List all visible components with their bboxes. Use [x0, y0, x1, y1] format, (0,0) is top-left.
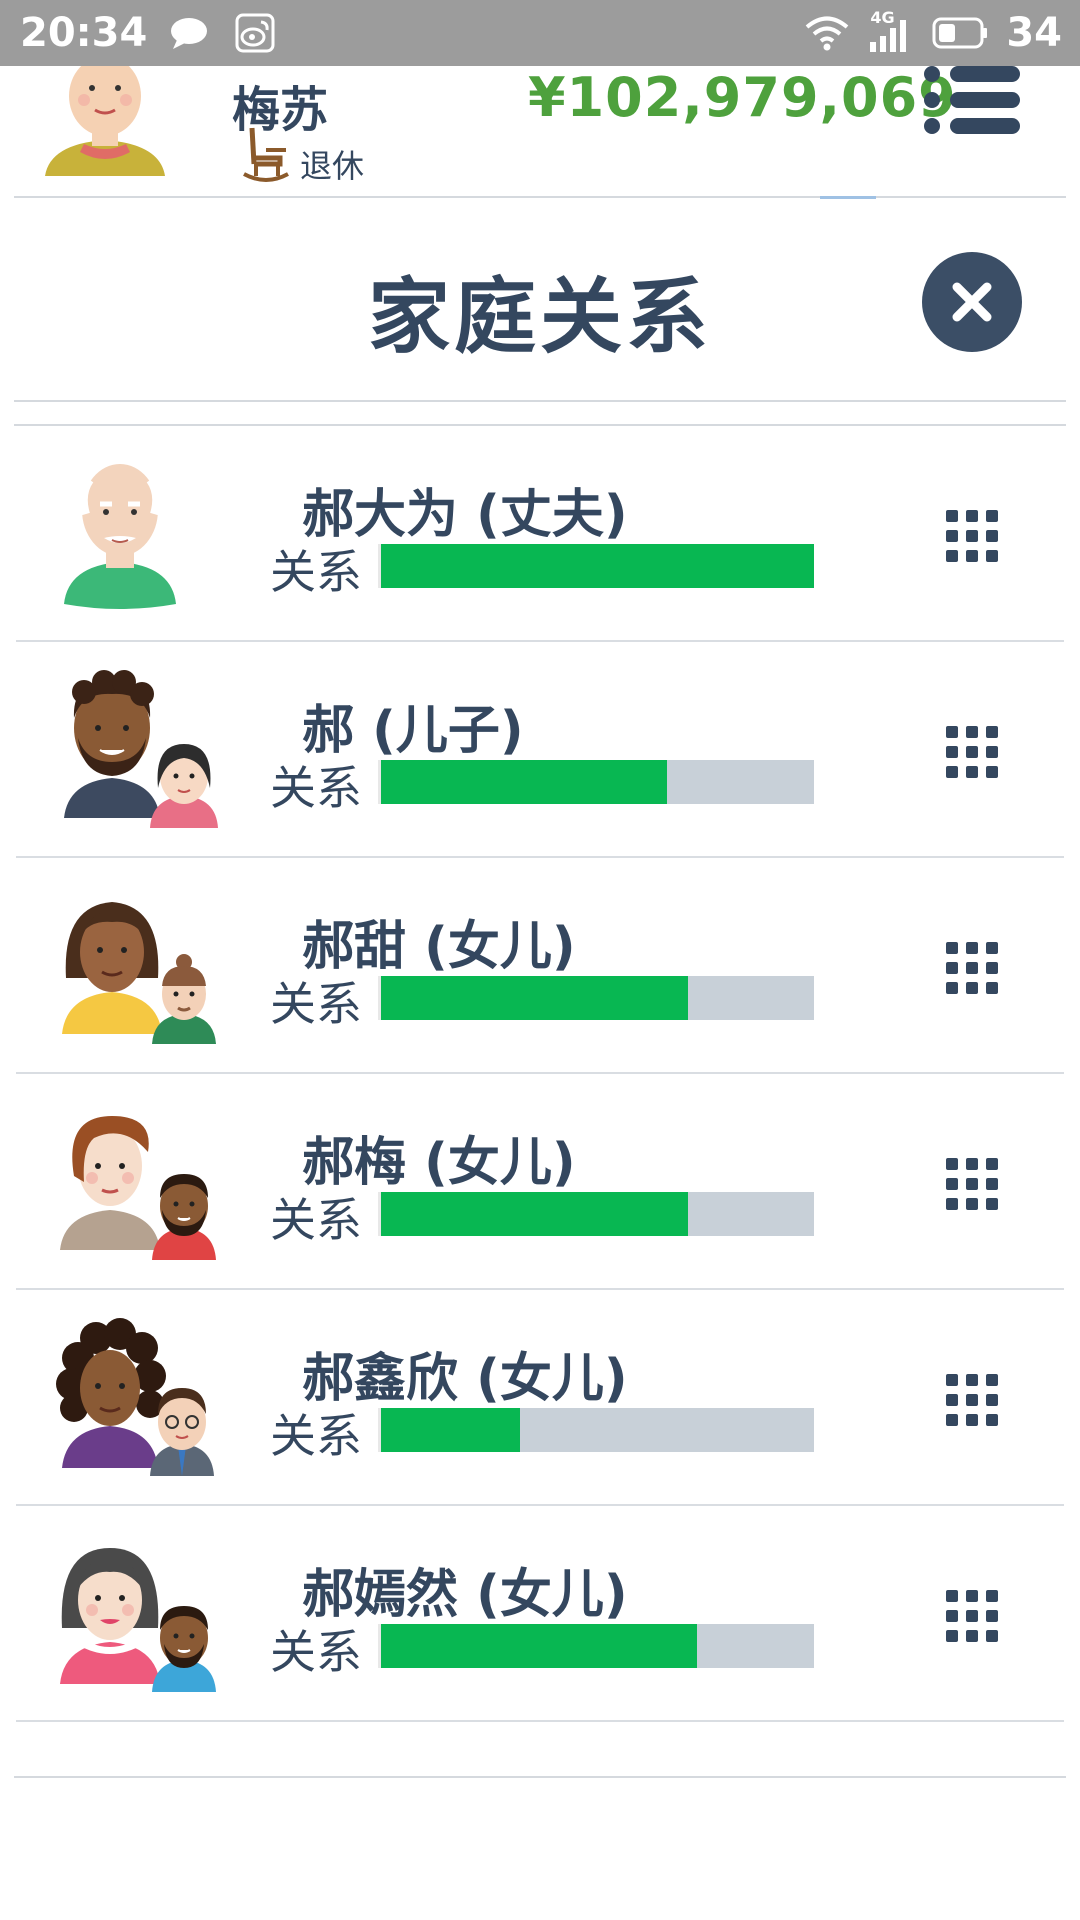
list-item[interactable]: 郝鑫欣 (女儿) 关系 [0, 1290, 1080, 1506]
list-bottom-divider [14, 1776, 1066, 1778]
weibo-icon [235, 13, 275, 53]
daughter-avatar [56, 1318, 214, 1476]
signal-icon: 4G [868, 8, 914, 54]
daughter-avatar [62, 902, 216, 1044]
relation-label: 关系 [270, 1193, 362, 1247]
wifi-icon [806, 16, 849, 51]
relation-bar [378, 1192, 814, 1236]
chat-bubble-icon [171, 18, 208, 49]
son-avatar [64, 670, 218, 828]
status-time: 20:34 [20, 10, 148, 56]
relation-bar-fill [381, 976, 689, 1020]
top-bar: 梅苏 退休 ¥102,979,069 [0, 66, 1080, 196]
daughter-avatar [60, 1548, 216, 1692]
relation-bar-fill [381, 1192, 689, 1236]
relation-bar [378, 976, 814, 1020]
list-item[interactable]: 郝 (儿子) 关系 [0, 642, 1080, 858]
money-display: ¥102,979,069 [528, 66, 957, 129]
grid-menu-icon[interactable] [946, 1590, 998, 1642]
relation-bar [378, 760, 814, 804]
player-avatar[interactable] [40, 66, 170, 176]
close-button[interactable] [922, 252, 1022, 352]
list-item[interactable]: 郝甜 (女儿) 关系 [0, 858, 1080, 1074]
daughter-avatar [60, 1116, 216, 1260]
family-member-list: 郝大为 (丈夫) 关系 郝 (儿子) 关系 郝甜 (女儿) 关系 郝梅 (女儿)… [0, 426, 1080, 1722]
status-bar: 20:34 4G 34 [0, 0, 1080, 66]
relation-bar-fill [381, 1408, 520, 1452]
battery-level: 34 [1006, 10, 1062, 56]
job-label: 退休 [300, 147, 365, 185]
grid-menu-icon[interactable] [946, 1374, 998, 1426]
relation-bar-fill [381, 544, 814, 588]
rocking-chair-icon [243, 127, 289, 182]
grid-menu-icon[interactable] [946, 942, 998, 994]
relation-label: 关系 [270, 545, 362, 599]
close-icon [952, 282, 992, 322]
relation-bar [378, 544, 814, 588]
relation-label: 关系 [270, 761, 362, 815]
relation-bar [378, 1408, 814, 1452]
modal-title: 家庭关系 [367, 270, 712, 365]
relation-bar [378, 1624, 814, 1668]
grid-menu-icon[interactable] [946, 510, 998, 562]
battery-icon [932, 17, 988, 49]
relation-bar-fill [381, 1624, 698, 1668]
header-divider-accent [820, 196, 876, 199]
network-type: 4G [870, 8, 895, 27]
grid-menu-icon[interactable] [946, 726, 998, 778]
relation-label: 关系 [270, 977, 362, 1031]
title-divider [14, 400, 1066, 402]
relation-label: 关系 [270, 1625, 362, 1679]
list-item[interactable]: 郝嫣然 (女儿) 关系 [0, 1506, 1080, 1722]
list-item[interactable]: 郝梅 (女儿) 关系 [0, 1074, 1080, 1290]
menu-icon[interactable] [920, 60, 1024, 140]
list-item[interactable]: 郝大为 (丈夫) 关系 [0, 426, 1080, 642]
relation-label: 关系 [270, 1409, 362, 1463]
relation-bar-fill [381, 760, 667, 804]
header-divider [14, 196, 1066, 198]
grid-menu-icon[interactable] [946, 1158, 998, 1210]
husband-avatar [64, 464, 176, 609]
